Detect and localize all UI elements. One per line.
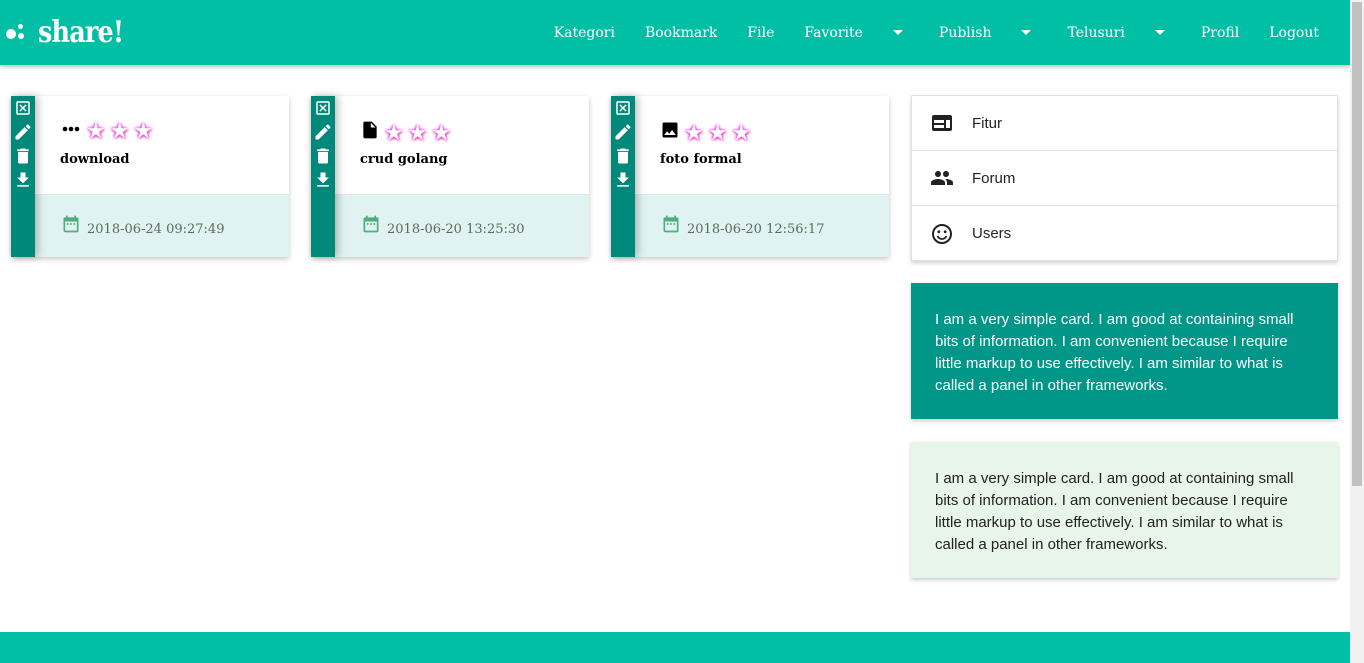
info-card-green: I am a very simple card. I am good at co… bbox=[911, 442, 1338, 578]
image-icon bbox=[660, 120, 680, 145]
download-icon[interactable] bbox=[311, 168, 335, 192]
nav-publish-dropdown[interactable]: Publish bbox=[924, 0, 1053, 65]
calendar-icon bbox=[61, 213, 81, 239]
sidebar-menu: Fitur Forum Users bbox=[911, 95, 1338, 261]
card-content[interactable]: ★ ★ ★ download bbox=[35, 96, 289, 194]
delete-trash-icon[interactable] bbox=[611, 144, 635, 168]
sidebar-item-label: Fitur bbox=[972, 114, 1002, 132]
caret-down-icon bbox=[1154, 30, 1165, 35]
nav-telusuri-dropdown[interactable]: Telusuri bbox=[1052, 0, 1185, 65]
star-icon[interactable]: ★ bbox=[731, 121, 751, 144]
card-date: 2018-06-24 09:27:49 bbox=[87, 221, 225, 237]
edit-pencil-icon[interactable] bbox=[311, 120, 335, 144]
card-footer: 2018-06-20 13:25:30 bbox=[335, 194, 589, 257]
card-action-rail bbox=[311, 96, 335, 257]
nav-logout[interactable]: Logout bbox=[1254, 0, 1334, 65]
footer bbox=[0, 632, 1350, 663]
nav-bookmark[interactable]: Bookmark bbox=[630, 0, 732, 65]
card-date: 2018-06-20 12:56:17 bbox=[687, 221, 825, 237]
nav-logout-label: Logout bbox=[1269, 24, 1319, 41]
info-card-teal: I am a very simple card. I am good at co… bbox=[911, 283, 1338, 419]
nav-file[interactable]: File bbox=[732, 0, 789, 65]
nav-menu: Kategori Bookmark File Favorite Publish … bbox=[539, 0, 1334, 65]
sidebar-item-label: Users bbox=[972, 225, 1012, 242]
nav-file-label: File bbox=[747, 24, 775, 41]
sidebar-item-forum[interactable]: Forum bbox=[912, 151, 1337, 206]
page-scrollbar[interactable] bbox=[1350, 0, 1364, 663]
caret-down-icon bbox=[892, 30, 903, 35]
info-card-text: I am a very simple card. I am good at co… bbox=[935, 311, 1294, 394]
card-date: 2018-06-20 13:25:30 bbox=[387, 221, 525, 237]
star-icon[interactable]: ★ bbox=[110, 120, 130, 142]
card-title: download bbox=[60, 152, 130, 167]
nav-telusuri-label: Telusuri bbox=[1067, 24, 1125, 41]
download-icon[interactable] bbox=[11, 168, 35, 192]
card-footer: 2018-06-24 09:27:49 bbox=[35, 194, 289, 257]
nav-favorite-label: Favorite bbox=[804, 24, 863, 41]
nav-kategori-label: Kategori bbox=[553, 24, 615, 41]
nav-kategori[interactable]: Kategori bbox=[539, 0, 630, 65]
card-action-rail bbox=[11, 96, 35, 257]
file-card: ★ ★ ★ crud golang 2018-06-20 13:25:30 bbox=[311, 96, 589, 257]
delete-trash-icon[interactable] bbox=[311, 144, 335, 168]
sidebar-item-users[interactable]: Users bbox=[912, 206, 1337, 261]
sidebar-item-fitur[interactable]: Fitur bbox=[912, 96, 1337, 151]
brand-logo[interactable]: share! bbox=[4, 12, 138, 52]
download-icon[interactable] bbox=[611, 168, 635, 192]
close-box-icon[interactable] bbox=[11, 96, 35, 120]
caret-down-icon bbox=[1021, 30, 1032, 35]
calendar-icon bbox=[661, 213, 681, 239]
sidebar-item-label: Forum bbox=[972, 169, 1016, 187]
star-icon[interactable]: ★ bbox=[133, 120, 153, 142]
close-box-icon[interactable] bbox=[611, 96, 635, 120]
calendar-icon bbox=[361, 213, 381, 239]
card-footer: 2018-06-20 12:56:17 bbox=[635, 194, 889, 257]
info-card-text: I am a very simple card. I am good at co… bbox=[935, 470, 1294, 553]
card-action-rail bbox=[611, 96, 635, 257]
close-box-icon[interactable] bbox=[311, 96, 335, 120]
star-icon[interactable]: ★ bbox=[684, 121, 704, 144]
nav-profil-label: Profil bbox=[1200, 24, 1240, 41]
nav-profil[interactable]: Profil bbox=[1186, 0, 1254, 65]
navbar: share! Kategori Bookmark File Favorite P… bbox=[0, 0, 1350, 65]
logo-dots-icon bbox=[4, 20, 30, 44]
edit-pencil-icon[interactable] bbox=[611, 120, 635, 144]
people-icon bbox=[912, 166, 972, 190]
card-content[interactable]: ★ ★ ★ crud golang bbox=[335, 96, 589, 194]
nav-favorite-dropdown[interactable]: Favorite bbox=[789, 0, 924, 65]
smiley-icon bbox=[912, 222, 972, 246]
delete-trash-icon[interactable] bbox=[11, 144, 35, 168]
nav-publish-label: Publish bbox=[938, 24, 992, 41]
file-card: ★ ★ ★ download 2018-06-24 09:27:49 bbox=[11, 96, 289, 257]
card-title: foto formal bbox=[660, 152, 742, 167]
edit-pencil-icon[interactable] bbox=[11, 120, 35, 144]
more-horiz-icon bbox=[60, 122, 82, 141]
brand-name: share! bbox=[38, 14, 124, 50]
star-icon[interactable]: ★ bbox=[431, 121, 451, 144]
star-icon[interactable]: ★ bbox=[408, 121, 428, 144]
star-icon[interactable]: ★ bbox=[86, 120, 106, 142]
nav-bookmark-label: Bookmark bbox=[644, 24, 718, 41]
scrollbar-thumb[interactable] bbox=[1352, 2, 1362, 486]
card-title: crud golang bbox=[360, 152, 448, 167]
file-icon bbox=[360, 120, 380, 145]
card-content[interactable]: ★ ★ ★ foto formal bbox=[635, 96, 889, 194]
file-card: ★ ★ ★ foto formal 2018-06-20 12:56:17 bbox=[611, 96, 889, 257]
star-icon[interactable]: ★ bbox=[708, 121, 728, 144]
star-icon[interactable]: ★ bbox=[384, 121, 404, 144]
web-icon bbox=[912, 111, 972, 135]
